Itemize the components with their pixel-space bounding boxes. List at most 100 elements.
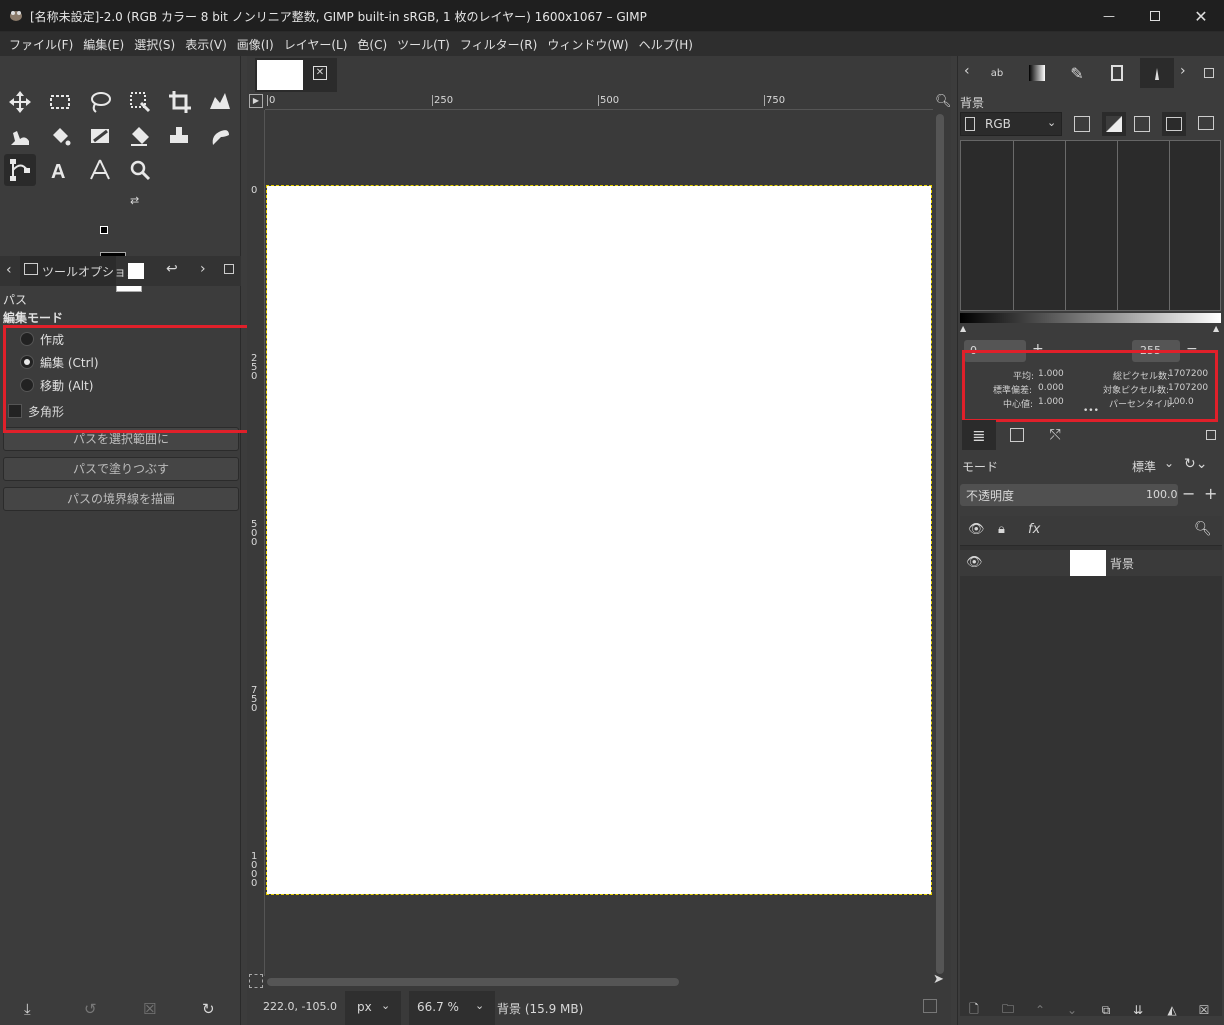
close-image-icon[interactable]: ✕ xyxy=(313,66,327,80)
new-layer-group-button[interactable]: 🗀 xyxy=(996,998,1020,1022)
tab-device-status-icon[interactable] xyxy=(128,263,144,279)
tab-tool-options[interactable]: ツールオプション xyxy=(20,256,138,286)
raise-layer-button[interactable]: ⌃ xyxy=(1028,998,1052,1022)
layers-dock-menu-icon[interactable] xyxy=(1206,430,1216,440)
delete-layer-button[interactable]: ☒ xyxy=(1192,998,1216,1022)
menu-file[interactable]: ファイル(F) xyxy=(4,36,78,53)
tab-brushes[interactable]: ✎ xyxy=(1060,58,1094,88)
menu-view[interactable]: 表示(V) xyxy=(180,36,232,53)
clone-stamp-icon[interactable] xyxy=(164,120,196,152)
layer-row[interactable]: 👁︎ 背景 xyxy=(960,550,1222,576)
menu-image[interactable]: 画像(I) xyxy=(232,36,279,53)
minimize-button[interactable]: — xyxy=(1086,0,1132,32)
image-tab[interactable]: ✕ xyxy=(255,58,337,92)
duplicate-layer-button[interactable]: ⧉ xyxy=(1094,998,1118,1022)
menu-layer[interactable]: レイヤー(L) xyxy=(279,36,353,53)
tab-paths[interactable]: ⤲ xyxy=(1038,420,1072,450)
menu-colors[interactable]: 色(C) xyxy=(352,36,392,53)
tab-scroll-left-icon[interactable]: ‹ xyxy=(964,63,970,79)
tab-undo-history-icon[interactable]: ↩ xyxy=(166,261,178,277)
zoom-tool-icon[interactable] xyxy=(124,154,156,186)
measure-tool-icon[interactable] xyxy=(84,154,116,186)
horizontal-scrollbar[interactable] xyxy=(267,978,679,986)
histogram-view[interactable] xyxy=(960,140,1221,311)
maximize-button[interactable] xyxy=(1132,0,1178,32)
opacity-decrement-icon[interactable]: − xyxy=(1182,484,1195,503)
visibility-eye-icon[interactable]: 👁︎ xyxy=(966,555,983,570)
opacity-increment-icon[interactable]: + xyxy=(1204,484,1217,503)
ruler-tick-750: 750 xyxy=(764,95,786,106)
lock-header-icon[interactable]: 🔒︎ xyxy=(998,522,1005,537)
tab-layers[interactable]: ≣ xyxy=(962,420,996,450)
lasso-icon[interactable] xyxy=(84,86,116,118)
rect-select-icon[interactable] xyxy=(44,86,76,118)
close-button[interactable]: ✕ xyxy=(1178,0,1224,32)
vertical-scrollbar[interactable] xyxy=(936,114,944,974)
fuzzy-select-icon[interactable] xyxy=(124,86,156,118)
paintbrush-icon[interactable] xyxy=(84,120,116,152)
image-canvas[interactable] xyxy=(266,185,932,895)
crop-icon[interactable] xyxy=(164,86,196,118)
restore-options-icon[interactable]: ↺ xyxy=(84,1000,97,1018)
default-colors-icon[interactable] xyxy=(100,226,108,234)
paths-tool-icon[interactable] xyxy=(4,154,36,186)
linear-histogram-icon[interactable] xyxy=(1074,116,1090,132)
range-low-handle-icon[interactable]: ▲ xyxy=(960,324,966,333)
zoom-select[interactable]: 66.7 % ⌄ xyxy=(409,991,495,1025)
tab-fonts[interactable]: ab xyxy=(980,58,1014,88)
warp-transform-icon[interactable] xyxy=(204,86,236,118)
vertical-ruler[interactable]: 0 2 5 0 5 0 0 7 5 0 1 0 0 0 xyxy=(249,110,265,976)
quick-mask-toggle-icon[interactable] xyxy=(249,974,263,988)
smudge-finger-icon[interactable] xyxy=(204,120,236,152)
merge-layer-button[interactable]: ⇊ xyxy=(1126,998,1150,1022)
range-high-handle-icon[interactable]: ▲ xyxy=(1213,324,1219,333)
unit-select[interactable]: px ⌄ xyxy=(345,991,401,1025)
tab-scroll-right-icon[interactable]: › xyxy=(1180,63,1186,79)
tab-menu-icon[interactable] xyxy=(224,264,234,274)
navigate-arrow-icon[interactable]: ➤ xyxy=(933,972,944,987)
dock-menu-icon[interactable] xyxy=(1204,68,1214,78)
log-histogram-icon[interactable] xyxy=(1102,112,1126,136)
menu-filters[interactable]: フィルター(R) xyxy=(455,36,542,53)
menu-edit[interactable]: 編集(E) xyxy=(78,36,129,53)
line-view-icon[interactable] xyxy=(1198,116,1214,130)
menu-select[interactable]: 選択(S) xyxy=(129,36,180,53)
eraser-icon[interactable] xyxy=(124,120,156,152)
menu-help[interactable]: ヘルプ(H) xyxy=(634,36,698,53)
tab-scroll-left-icon[interactable]: ‹ xyxy=(6,262,12,278)
navigation-preview-icon[interactable] xyxy=(923,999,937,1013)
tab-documents[interactable] xyxy=(1100,58,1134,88)
menu-windows[interactable]: ウィンドウ(W) xyxy=(542,36,633,53)
zoom-navigate-icon[interactable]: 🔍︎ xyxy=(935,94,952,109)
stroke-path-button[interactable]: パスの境界線を描画 xyxy=(3,487,239,511)
composite-mode-icon[interactable]: ↻⌄ xyxy=(1184,456,1207,472)
delete-icon: ☒ xyxy=(1198,1003,1210,1017)
save-options-icon[interactable]: ⤓ xyxy=(24,1000,31,1018)
move-tool-icon[interactable] xyxy=(4,86,36,118)
tab-histogram[interactable] xyxy=(1140,58,1174,88)
tab-gradients[interactable] xyxy=(1020,58,1054,88)
new-layer-button[interactable]: 🗋 xyxy=(962,998,986,1022)
channel-select[interactable]: RGB ⌄ xyxy=(960,112,1062,136)
lower-layer-button[interactable]: ⌄ xyxy=(1060,998,1084,1022)
mode-select[interactable]: 標準 ⌄ xyxy=(1128,454,1180,478)
text-tool-icon[interactable]: A xyxy=(44,154,76,186)
histogram-mode-icon[interactable] xyxy=(1134,116,1150,132)
delete-options-icon[interactable]: ☒ xyxy=(143,1000,156,1018)
effects-header-icon[interactable]: fx xyxy=(1028,522,1040,537)
bar-view-icon[interactable] xyxy=(1162,112,1186,136)
horizontal-ruler[interactable]: 0 250 500 750 xyxy=(265,94,933,110)
menu-tools[interactable]: ツール(T) xyxy=(392,36,455,53)
mask-layer-button[interactable]: ◭ xyxy=(1160,998,1184,1022)
tab-scroll-right-icon[interactable]: › xyxy=(200,261,206,277)
fill-path-button[interactable]: パスで塗りつぶす xyxy=(3,457,239,481)
search-icon[interactable]: 🔍︎ xyxy=(1194,521,1212,537)
quick-mask-corner-icon[interactable]: ▶ xyxy=(249,94,263,108)
visibility-header-icon[interactable]: 👁︎ xyxy=(968,522,985,537)
reset-options-icon[interactable]: ↻ xyxy=(202,1000,215,1018)
swap-colors-icon[interactable]: ⇄ xyxy=(130,194,139,207)
opacity-field[interactable]: 不透明度 100.0 xyxy=(960,484,1178,506)
smudge-icon[interactable] xyxy=(4,120,36,152)
bucket-fill-icon[interactable] xyxy=(44,120,76,152)
tab-channels[interactable] xyxy=(1000,420,1034,450)
